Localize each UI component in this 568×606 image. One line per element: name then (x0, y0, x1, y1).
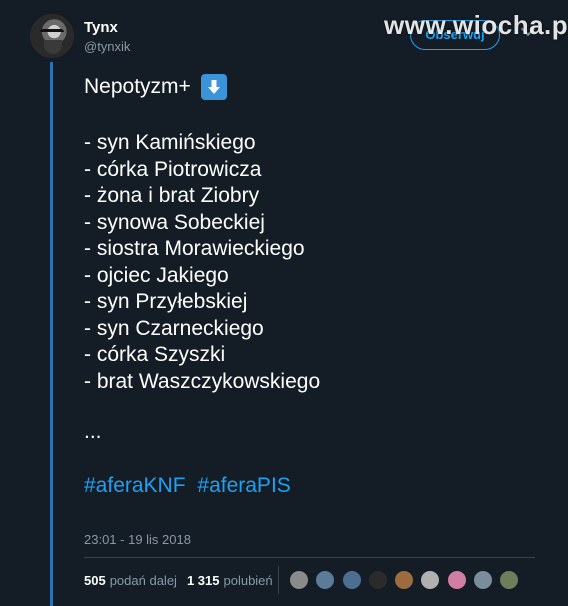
hashtag-link[interactable]: #aferaPIS (197, 474, 290, 497)
liker-avatar[interactable] (341, 570, 362, 590)
down-arrow-icon (200, 74, 227, 100)
likes-count[interactable]: 1 315 (187, 573, 220, 588)
liker-avatar[interactable] (315, 570, 336, 590)
tweet-text: Nepotyzm+ - syn Kamińskiego - córka Piot… (84, 70, 534, 499)
liker-avatar[interactable] (367, 570, 388, 590)
list-item: - brat Waszczykowskiego (84, 369, 321, 393)
list-item: - syn Kamińskiego (84, 131, 256, 154)
tweet-stats: 505 podań dalej 1 315 polubień (84, 573, 273, 588)
divider (84, 557, 535, 558)
watermark: www.wiocha.pl (384, 10, 568, 40)
liker-avatar[interactable] (394, 570, 415, 590)
list-item: - córka Szyszki (84, 343, 226, 366)
liker-avatar[interactable] (446, 570, 467, 590)
avatar[interactable] (30, 14, 74, 58)
liker-avatar[interactable] (289, 570, 309, 590)
liker-avatars (289, 570, 526, 590)
retweets-label[interactable]: podań dalej (110, 573, 177, 588)
tweet-timestamp[interactable]: 23:01 - 19 lis 2018 (84, 532, 191, 547)
avatar-beard (44, 40, 62, 54)
liker-avatar[interactable] (420, 570, 441, 590)
tweet-ellipsis: ... (84, 420, 102, 443)
tweet-title: Nepotyzm+ (84, 75, 191, 98)
list-item: - syn Przyłebskiej (84, 290, 248, 313)
user-handle[interactable]: @tynxik (84, 39, 130, 54)
likes-label[interactable]: polubień (223, 573, 272, 588)
list-item: - żona i brat Ziobry (84, 184, 260, 207)
user-display-name[interactable]: Tynx (84, 19, 118, 36)
stats-divider (278, 566, 279, 594)
liker-avatar[interactable] (499, 570, 520, 590)
hashtag-link[interactable]: #aferaKNF (84, 474, 186, 497)
list-item: - ojciec Jakiego (84, 263, 229, 287)
list-item: - siostra Morawieckiego (84, 237, 305, 260)
tweet-list: - syn Kamińskiego - córka Piotrowicza - … (84, 130, 534, 395)
thread-line (50, 62, 53, 606)
avatar-glasses (40, 29, 64, 36)
retweets-count[interactable]: 505 (84, 573, 106, 588)
tweet-title-line: Nepotyzm+ (84, 70, 534, 104)
list-item: - córka Piotrowicza (84, 157, 262, 181)
list-item: - synowa Sobeckiej (84, 210, 265, 234)
hashtags: #aferaKNF #aferaPIS (84, 473, 534, 499)
liker-avatar[interactable] (473, 570, 494, 590)
list-item: - syn Czarneckiego (84, 316, 264, 340)
